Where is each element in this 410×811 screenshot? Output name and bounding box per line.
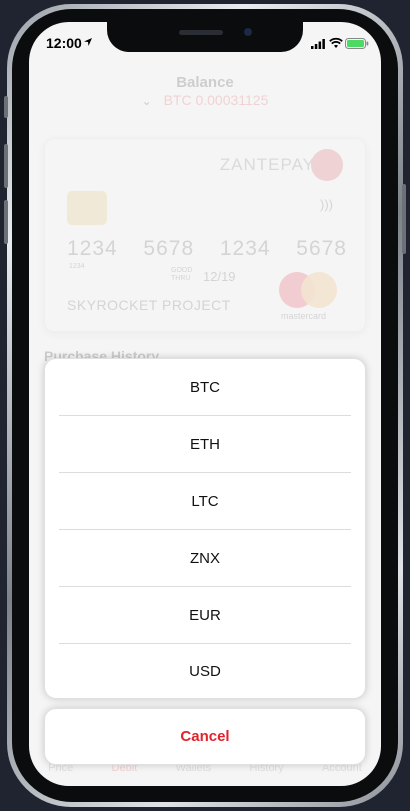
mute-switch <box>4 96 8 118</box>
wifi-icon <box>329 37 343 48</box>
option-eur[interactable]: EUR <box>45 587 365 643</box>
signal-icon <box>311 39 325 49</box>
power-button <box>402 184 406 254</box>
battery-icon <box>345 38 369 49</box>
phone-screen: Balance ⌄ BTC 0.00031125 ZANTEPAY ))) 12… <box>29 22 381 786</box>
option-ltc[interactable]: LTC <box>45 473 365 529</box>
currency-action-sheet: BTC ETH LTC ZNX EUR USD <box>44 358 366 699</box>
option-usd[interactable]: USD <box>45 644 365 698</box>
option-eth[interactable]: ETH <box>45 416 365 472</box>
cancel-button[interactable]: Cancel <box>44 708 366 765</box>
status-time: 12:00 <box>46 35 82 51</box>
location-arrow-icon <box>84 38 92 46</box>
status-bar: 12:00 <box>29 22 381 66</box>
option-znx[interactable]: ZNX <box>45 530 365 586</box>
volume-down-button <box>4 200 8 244</box>
volume-up-button <box>4 144 8 188</box>
option-btc[interactable]: BTC <box>45 359 365 415</box>
